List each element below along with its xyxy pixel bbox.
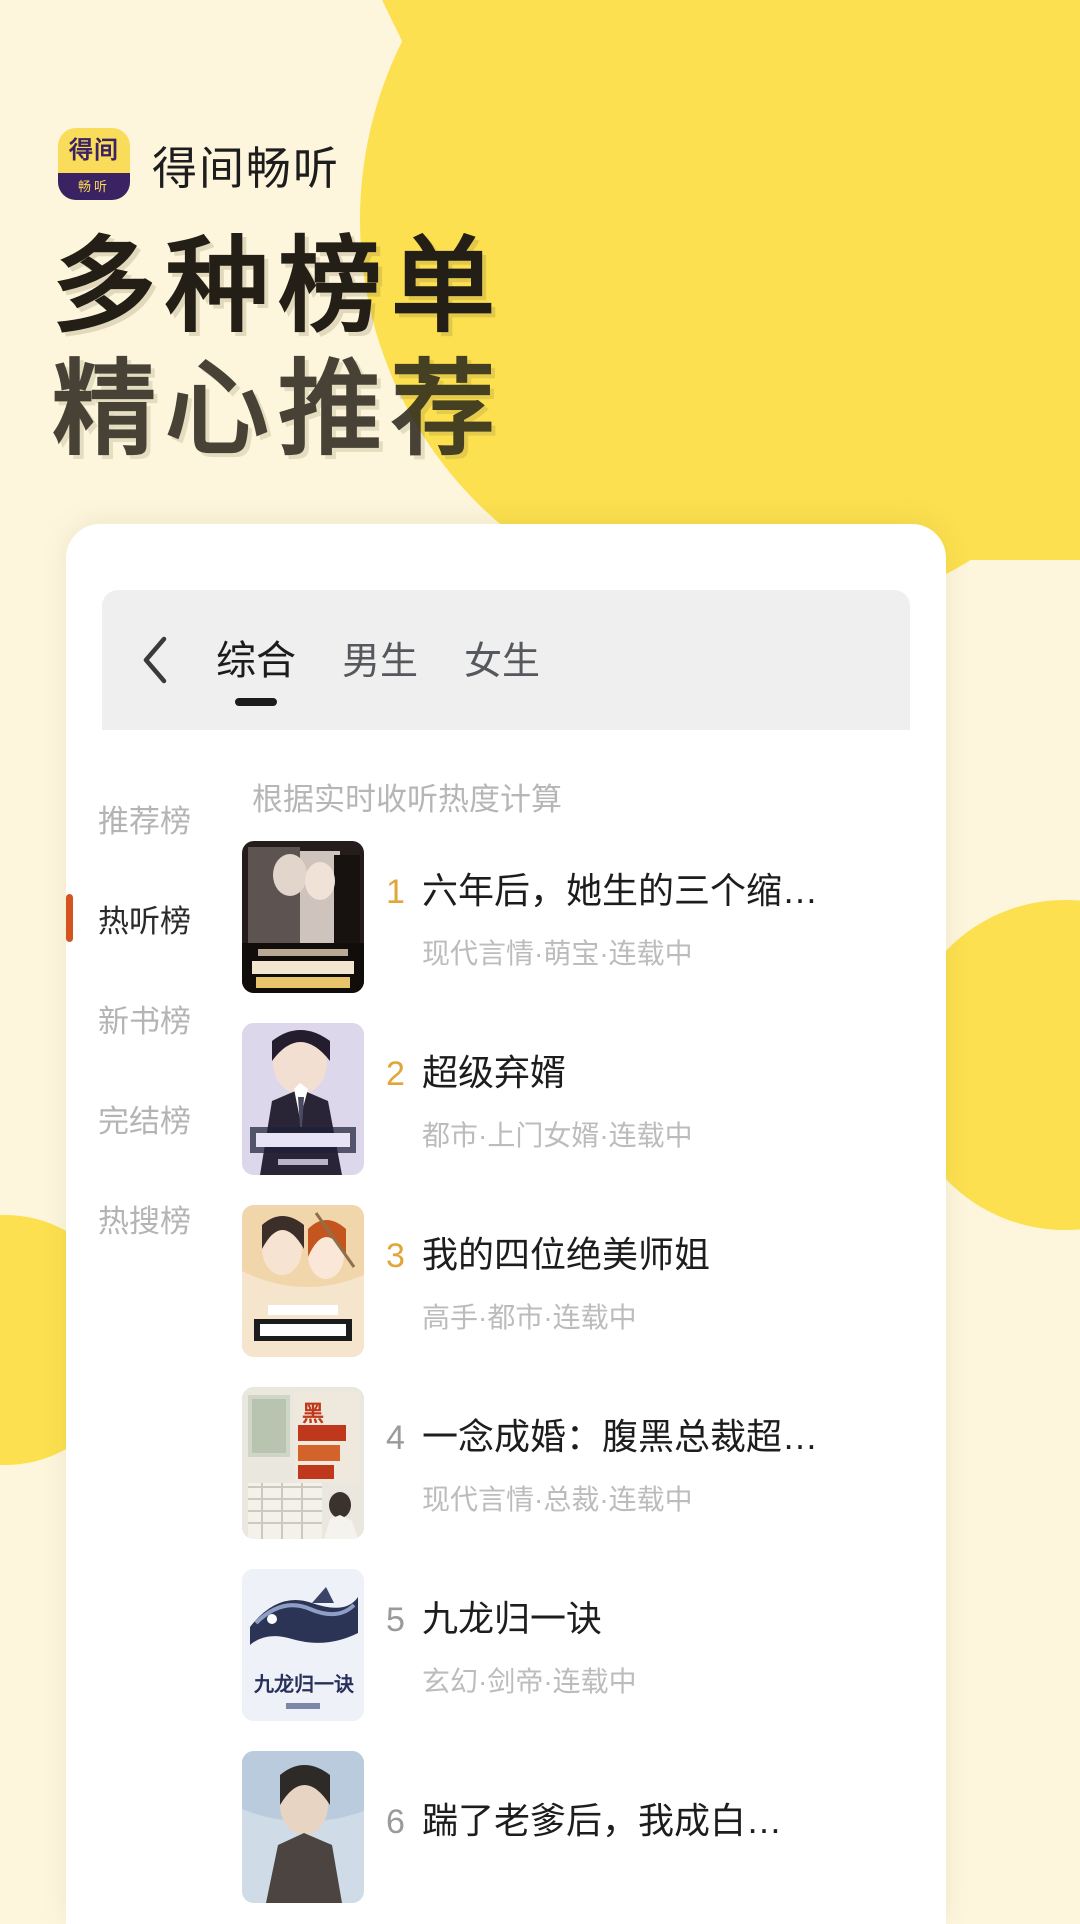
tab-label: 综合 <box>216 639 296 683</box>
book-list-item[interactable]: 6 踹了老爹后，我成白… <box>242 1747 922 1907</box>
book-info: 3 我的四位绝美师姐 高手·都市·连载中 <box>386 1226 922 1336</box>
sidebar-item-label: 新书榜 <box>98 1003 191 1039</box>
book-cover: 九龙归一诀 <box>242 1569 364 1721</box>
book-title: 踹了老爹后，我成白… <box>422 1800 783 1841</box>
book-title-row: 1 六年后，她生的三个缩… <box>386 862 922 914</box>
book-rank: 6 <box>386 1803 405 1841</box>
book-list-item[interactable]: 2 超级弃婿 都市·上门女婿·连载中 <box>242 1019 922 1179</box>
svg-text:九龙归一诀: 九龙归一诀 <box>253 1672 355 1696</box>
book-title-row: 4 一念成婚：腹黑总裁超… <box>386 1408 922 1460</box>
book-cover <box>242 1751 364 1903</box>
book-cover <box>242 841 364 993</box>
book-title-row: 5 九龙归一诀 <box>386 1590 922 1642</box>
book-cover <box>242 1023 364 1175</box>
tab-label: 女生 <box>464 640 541 683</box>
headline-line-1: 多种榜单 <box>52 229 505 345</box>
tab-comprehensive[interactable]: 综合 <box>216 628 296 706</box>
book-title-row: 6 踹了老爹后，我成白… <box>386 1792 922 1844</box>
phone-screenshot-card: 综合 男生 女生 推荐榜 热听榜 新书榜 完结榜 热搜榜 根据实时收听热度计算 … <box>66 524 946 1924</box>
ranking-content: 根据实时收听热度计算 1 六年后，她生的三个缩… 现代言情·萌宝·连载中 2 超… <box>242 730 946 1920</box>
book-info: 2 超级弃婿 都市·上门女婿·连载中 <box>386 1044 922 1154</box>
book-title-row: 2 超级弃婿 <box>386 1044 922 1096</box>
book-title: 超级弃婿 <box>422 1052 567 1093</box>
book-rank: 5 <box>386 1601 405 1639</box>
book-meta: 都市·上门女婿·连载中 <box>422 1120 693 1151</box>
book-list-item[interactable]: 1 六年后，她生的三个缩… 现代言情·萌宝·连载中 <box>242 837 922 997</box>
app-logo-top-text: 得间 <box>69 136 119 164</box>
book-rank: 2 <box>386 1055 405 1093</box>
book-cover: 黑 <box>242 1387 364 1539</box>
book-list-item[interactable]: 黑 4 一念成婚：腹黑总裁超… 现代言情·总裁·连载中 <box>242 1383 922 1543</box>
ranking-sidebar: 推荐榜 热听榜 新书榜 完结榜 热搜榜 <box>66 730 242 1920</box>
book-title-row: 3 我的四位绝美师姐 <box>386 1226 922 1278</box>
book-info: 5 九龙归一诀 玄幻·剑帝·连载中 <box>386 1590 922 1700</box>
book-list-item[interactable]: 九龙归一诀 5 九龙归一诀 玄幻·剑帝·连载中 <box>242 1565 922 1725</box>
brand-name: 得间畅听 <box>152 142 341 194</box>
book-rank: 1 <box>386 873 405 911</box>
book-title: 我的四位绝美师姐 <box>422 1234 711 1275</box>
back-arrow-icon[interactable] <box>134 636 176 684</box>
tab-female[interactable]: 女生 <box>464 630 540 691</box>
book-rank: 3 <box>386 1237 405 1275</box>
ranking-panel: 推荐榜 热听榜 新书榜 完结榜 热搜榜 根据实时收听热度计算 1 六年后，她生的… <box>66 730 946 1920</box>
book-meta: 现代言情·总裁·连载中 <box>422 1484 693 1515</box>
book-title: 一念成婚：腹黑总裁超… <box>422 1416 819 1457</box>
tab-label: 男生 <box>342 640 419 683</box>
ranking-subtitle: 根据实时收听热度计算 <box>252 782 562 817</box>
book-info: 1 六年后，她生的三个缩… 现代言情·萌宝·连载中 <box>386 862 922 972</box>
sidebar-item-label: 热搜榜 <box>98 1203 191 1239</box>
book-meta: 高手·都市·连载中 <box>422 1302 637 1333</box>
sidebar-item-label: 热听榜 <box>98 903 191 939</box>
tab-male[interactable]: 男生 <box>342 630 418 691</box>
book-info: 6 踹了老爹后，我成白… <box>386 1792 922 1862</box>
sidebar-item-label: 完结榜 <box>98 1103 191 1139</box>
promo-header: 得间 畅听 得间畅听 多种榜单 精心推荐 <box>0 0 1080 471</box>
brand-row: 得间 畅听 得间畅听 <box>0 0 1080 200</box>
app-logo-icon: 得间 畅听 <box>58 128 130 200</box>
sidebar-item-completed[interactable]: 完结榜 <box>66 1068 242 1168</box>
book-title: 九龙归一诀 <box>422 1598 603 1639</box>
sidebar-item-hot-search[interactable]: 热搜榜 <box>66 1168 242 1268</box>
tab-active-underline <box>235 698 277 706</box>
book-list-item[interactable]: 3 我的四位绝美师姐 高手·都市·连载中 <box>242 1201 922 1361</box>
sidebar-item-recommend[interactable]: 推荐榜 <box>66 768 242 868</box>
book-cover <box>242 1205 364 1357</box>
headline: 多种榜单 精心推荐 <box>0 226 1080 471</box>
app-logo-bottom-text: 畅听 <box>58 173 130 200</box>
sidebar-active-indicator <box>66 894 73 942</box>
book-info: 4 一念成婚：腹黑总裁超… 现代言情·总裁·连载中 <box>386 1408 922 1518</box>
sidebar-item-label: 推荐榜 <box>98 803 191 839</box>
sidebar-item-new-books[interactable]: 新书榜 <box>66 968 242 1068</box>
headline-line-2: 精心推荐 <box>52 351 505 468</box>
tab-bar: 综合 男生 女生 <box>102 590 910 730</box>
book-rank: 4 <box>386 1419 405 1457</box>
book-meta: 玄幻·剑帝·连载中 <box>422 1666 637 1697</box>
svg-text:黑: 黑 <box>302 1401 324 1426</box>
book-meta: 现代言情·萌宝·连载中 <box>422 938 693 969</box>
sidebar-item-hot-listen[interactable]: 热听榜 <box>66 868 242 968</box>
book-title: 六年后，她生的三个缩… <box>422 870 819 911</box>
